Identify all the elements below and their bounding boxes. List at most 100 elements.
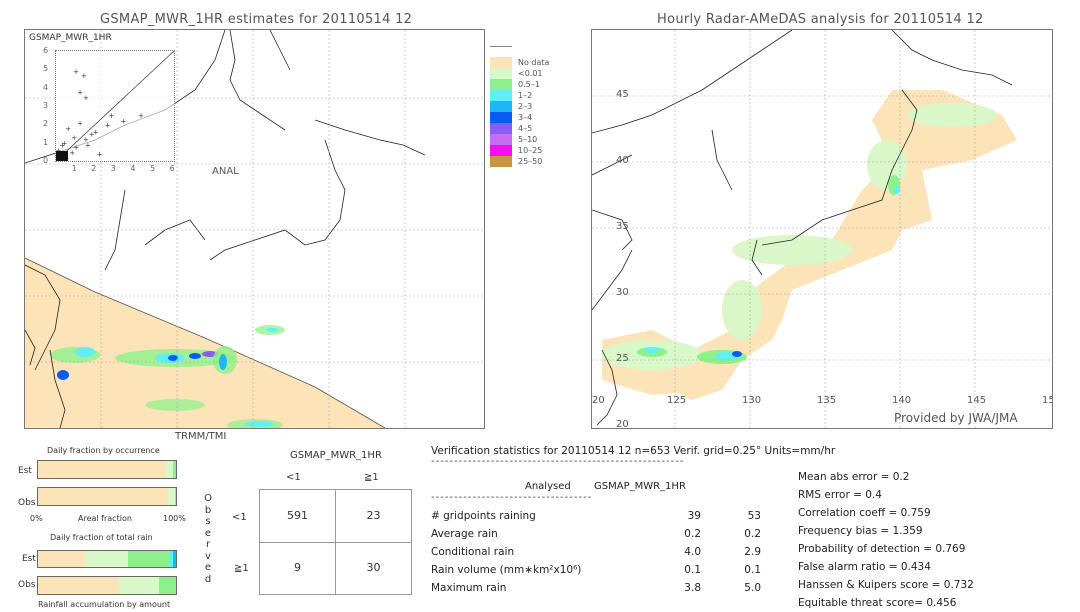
bar-segment [84, 551, 128, 567]
scatter-canvas: ++++++++++++++++++++++++ [56, 51, 174, 161]
scatter-point: + [85, 142, 91, 150]
latitude-tick: 25 [616, 353, 629, 364]
legend-label: 4–5 [518, 124, 533, 133]
stat-estimate: 0.1 [744, 564, 761, 576]
legend-swatch [490, 156, 512, 167]
stat-label: Maximum rain [431, 582, 507, 594]
side-letter: b [204, 504, 212, 516]
scatter-point: + [89, 131, 95, 139]
score-item: Equitable threat score= 0.456 [798, 597, 957, 609]
data-credit: Provided by JWA/JMA [894, 411, 1018, 425]
occurrence-est-label: Est [18, 466, 32, 476]
side-letter: s [205, 516, 211, 527]
table-divider: ----------------------------------- [431, 492, 593, 503]
estimate-map: GSMAP_MWR_1HR ++++++++++++++++++++++++ 6… [24, 29, 485, 429]
legend-label: <0.01 [518, 69, 543, 78]
longitude-tick: 140 [892, 395, 912, 406]
occurrence-obs-label: Obs [18, 498, 36, 508]
legend-swatch [490, 90, 512, 101]
legend-swatch [490, 57, 512, 68]
scatter-y-tick: 0 [43, 155, 49, 165]
cell-hits-neg: 591 [287, 509, 308, 522]
latitude-tick: 35 [616, 221, 629, 232]
col-estimate: GSMAP_MWR_1HR [594, 481, 686, 492]
stat-estimate: 5.0 [744, 582, 761, 594]
latitude-tick: 40 [616, 155, 629, 166]
row-label-lt1: <1 [232, 512, 247, 523]
scatter-point: + [138, 112, 144, 120]
stat-analysed: 3.8 [684, 582, 701, 594]
col-analysed: Analysed [525, 481, 571, 492]
legend-label: 2–3 [518, 102, 533, 111]
legend-label: 0.5–1 [518, 80, 540, 89]
cell-hit: 30 [366, 561, 381, 574]
side-letter: e [204, 562, 212, 573]
score-item: Correlation coeff = 0.759 [798, 507, 931, 519]
stat-analysed: 4.0 [684, 546, 701, 558]
score-item: Frequency bias = 1.359 [798, 525, 923, 537]
radar-map-canvas [592, 30, 1052, 428]
radar-map: 45 40 35 30 25 20 125 130 135 140 145 15 20 Provid… [591, 29, 1053, 429]
stat-estimate: 0.2 [744, 528, 761, 540]
stat-label: Average rain [431, 528, 498, 540]
scatter-y-tick: 1 [43, 137, 49, 147]
scatter-x-tick: 3 [110, 164, 116, 173]
radar-coverage [602, 90, 1017, 400]
stat-label: Conditional rain [431, 546, 515, 558]
longitude-tick: 135 [817, 395, 837, 406]
right-map-title: Hourly Radar-AMeDAS analysis for 2011051… [657, 12, 984, 27]
bar-segment [159, 577, 176, 594]
occurrence-obs-bar [37, 487, 177, 506]
stat-analysed: 0.2 [684, 528, 701, 540]
scatter-x-tick: 1 [71, 164, 77, 173]
scatter-x-tick: 2 [91, 164, 97, 173]
swath-area [25, 258, 385, 428]
bar-segment [164, 461, 174, 478]
scatter-point: + [73, 143, 79, 151]
contingency-header: GSMAP_MWR_1HR [290, 450, 382, 461]
legend-item: 3–4 [490, 112, 560, 123]
side-letter: e [204, 527, 212, 539]
satellite-label: TRMM/TMI [175, 431, 227, 442]
scatter-y-label: GSMAP_MWR_1HR [29, 33, 112, 43]
legend-label: 3–4 [518, 113, 533, 122]
occurrence-est-bar [37, 460, 177, 479]
legend-item: 0.5–1 [490, 79, 560, 90]
stat-row: Rain volume (mm∗km²x10⁶) 0.1 0.1 [431, 564, 761, 580]
latitude-ticks: 45 40 35 30 25 20 [592, 30, 632, 428]
scatter-point: + [59, 142, 65, 150]
stat-row: # gridpoints raining 39 53 [431, 510, 761, 526]
total-rain-footer: Rainfall accumulation by amount [38, 600, 171, 609]
latitude-tick: 45 [616, 89, 629, 100]
scatter-x-label: ANAL [212, 166, 239, 177]
scatter-point: + [109, 112, 115, 120]
left-map-title: GSMAP_MWR_1HR estimates for 20110514 12 [100, 12, 413, 27]
total-rain-title: Daily fraction of total rain [50, 533, 153, 542]
score-item: RMS error = 0.4 [798, 489, 882, 501]
bar-segment [119, 577, 160, 594]
bar-segment [38, 488, 168, 505]
total-rain-est-label: Est [22, 554, 36, 564]
stat-row: Maximum rain 3.8 5.0 [431, 582, 761, 598]
stat-row: Average rain 0.2 0.2 [431, 528, 761, 544]
bar-segment [173, 461, 176, 478]
score-item: Probability of detection = 0.769 [798, 543, 966, 555]
scatter-point: + [77, 120, 83, 128]
side-letter: d [204, 573, 212, 585]
legend-swatch [490, 134, 512, 145]
bar-segment [173, 551, 176, 567]
occurrence-axis-left: 0% [30, 514, 43, 523]
lon-start-tick: 20 [592, 395, 605, 406]
scatter-y-tick: 3 [43, 100, 49, 110]
bar-segment [38, 551, 85, 567]
cell-miss: 9 [294, 561, 301, 574]
occurrence-axis-mid: Areal fraction [78, 514, 132, 523]
bar-segment [167, 488, 175, 505]
scatter-point: + [97, 151, 103, 159]
total-rain-est-bar [37, 550, 177, 568]
legend-label: 25–50 [518, 157, 543, 166]
legend-swatch [490, 101, 512, 112]
color-legend: No data <0.01 0.5–1 1–2 2–3 3–4 4–5 5–10 10–25 25… [490, 46, 560, 176]
col-label-ge1: ≧1 [364, 472, 379, 483]
legend-item: 2–3 [490, 101, 560, 112]
